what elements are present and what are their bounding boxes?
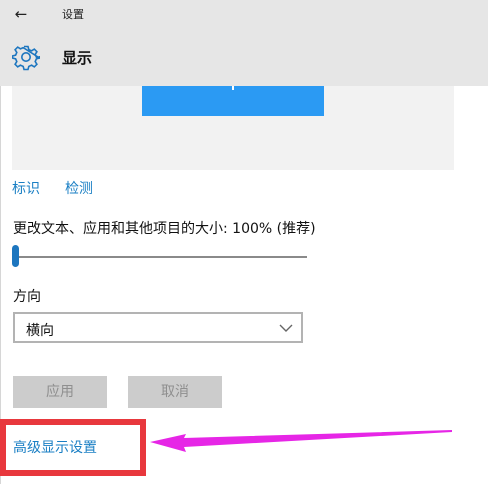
advanced-display-settings-link[interactable]: 高级显示设置 [13,437,97,457]
page-title: 显示 [62,49,93,67]
back-button[interactable]: ← [11,4,31,24]
apply-button[interactable]: 应用 [13,376,107,408]
monitor-mark [232,86,234,90]
orientation-value: 横向 [26,323,54,339]
cancel-button[interactable]: 取消 [128,376,222,408]
scale-slider-track[interactable] [13,256,307,258]
title-bar: ← 设置 显示 [0,0,488,86]
identify-link[interactable]: 标识 [12,178,40,198]
content-border [0,86,1,484]
back-arrow-icon: ← [14,5,28,23]
annotation-arrow [150,430,452,452]
display-preview [12,86,454,170]
gear-icon [12,45,40,71]
orientation-label: 方向 [13,289,41,305]
scale-label: 更改文本、应用和其他项目的大小: 100% (推荐) [13,221,316,237]
orientation-dropdown[interactable]: 横向 [13,312,303,343]
chevron-down-icon [279,324,293,332]
monitor-tile[interactable] [142,86,324,116]
scale-slider-thumb[interactable] [12,245,19,267]
detect-link[interactable]: 检测 [65,178,93,198]
app-title: 设置 [62,8,84,21]
